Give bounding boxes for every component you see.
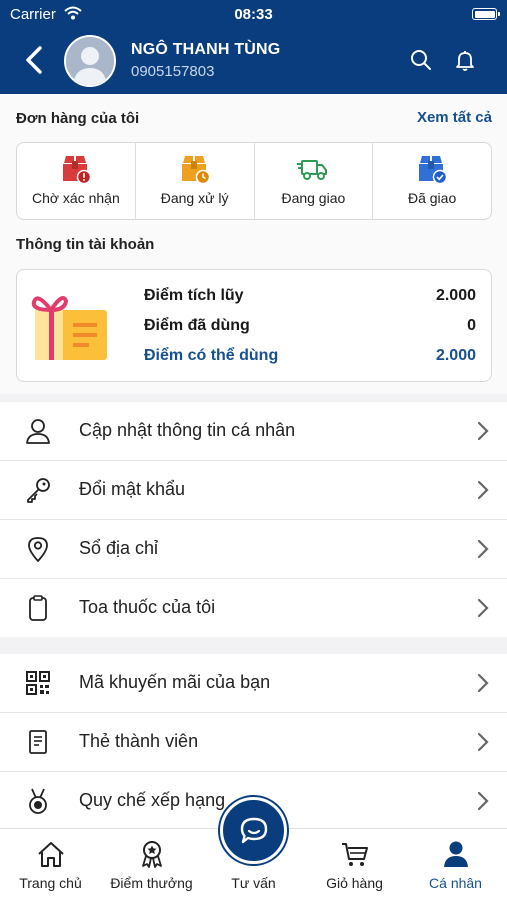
status-bar: Carrier 08:33 [0, 5, 507, 25]
award-ribbon-icon [141, 841, 162, 868]
tab-label: Cá nhân [429, 875, 482, 891]
person-icon [443, 841, 468, 867]
chevron-right-icon [477, 539, 489, 559]
points-used-label: Điểm đã dùng [144, 317, 250, 334]
order-status-delivered[interactable]: Đã giao [373, 143, 491, 219]
menu-item-label: Đổi mật khẩu [79, 479, 186, 499]
menu-item-address-book[interactable]: Sổ địa chỉ [0, 520, 507, 579]
tab-label: Giỏ hàng [326, 875, 383, 891]
chevron-right-icon [477, 732, 489, 752]
gift-card-icon [31, 296, 107, 360]
tab-label: Điểm thưởng [110, 875, 193, 891]
orders-title: Đơn hàng của tôi [16, 110, 140, 127]
search-icon[interactable] [409, 48, 433, 72]
points-used-row: Điểm đã dùng 0 [144, 317, 476, 335]
consult-chat-button[interactable] [220, 797, 287, 864]
avatar-placeholder-icon [66, 37, 114, 85]
points-card: Điểm tích lũy 2.000 Điểm đã dùng 0 Điểm … [16, 269, 492, 382]
menu-item-change-password[interactable]: Đổi mật khẩu [0, 461, 507, 520]
battery-icon [472, 8, 500, 20]
chevron-right-icon [477, 480, 489, 500]
see-all-link[interactable]: Xem tất cả [417, 109, 492, 126]
tab-profile[interactable]: Cá nhân [405, 829, 506, 901]
clipboard-icon [29, 595, 47, 621]
menu-item-label: Mã khuyến mãi của bạn [79, 672, 271, 692]
tab-label: Trang chủ [19, 875, 82, 891]
clock: 08:33 [234, 6, 273, 23]
avatar[interactable] [64, 35, 116, 87]
menu-item-label: Sổ địa chỉ [79, 538, 159, 558]
user-phone: 0905157803 [131, 63, 215, 80]
order-status-processing[interactable]: Đang xử lý [136, 143, 255, 219]
order-status-label: Chờ xác nhận [31, 190, 120, 206]
chevron-right-icon [477, 673, 489, 693]
key-icon [27, 478, 50, 503]
order-status-bar: Chờ xác nhận Đang xử lý Đang giao Đã gia… [16, 142, 492, 220]
tab-home[interactable]: Trang chủ [0, 829, 101, 901]
app-header: Carrier 08:33 NGÔ THANH TÙNG 0905157803 [0, 0, 507, 94]
box-clock-icon [181, 156, 210, 185]
menu-item-update-profile[interactable]: Cập nhật thông tin cá nhân [0, 402, 507, 461]
chevron-right-icon [477, 421, 489, 441]
points-earned-label: Điểm tích lũy [144, 287, 244, 304]
user-icon [26, 419, 50, 444]
tab-label: Tư vấn [231, 875, 276, 891]
menu-item-prescriptions[interactable]: Toa thuốc của tôi [0, 579, 507, 637]
location-pin-icon [28, 537, 48, 562]
order-status-label: Đang xử lý [160, 190, 229, 206]
order-status-shipping[interactable]: Đang giao [255, 143, 374, 219]
back-arrow-icon[interactable] [20, 44, 50, 76]
order-status-label: Đang giao [281, 190, 346, 206]
tab-cart[interactable]: Giỏ hàng [304, 829, 405, 901]
chevron-right-icon [477, 598, 489, 618]
box-check-icon [419, 156, 448, 185]
points-earned-value: 2.000 [435, 287, 476, 304]
bell-icon[interactable] [453, 48, 477, 72]
chevron-right-icon [477, 791, 489, 811]
points-available-label: Điểm có thể dùng [144, 347, 279, 364]
account-menu: Cập nhật thông tin cá nhân Đổi mật khẩu … [0, 402, 507, 637]
medal-icon [29, 788, 47, 814]
home-icon [37, 842, 64, 867]
menu-item-member-card[interactable]: Thẻ thành viên [0, 713, 507, 772]
menu-item-label: Cập nhật thông tin cá nhân [79, 420, 296, 440]
menu-item-label: Quy chế xếp hạng [79, 790, 226, 810]
tab-rewards[interactable]: Điểm thưởng [101, 829, 202, 901]
points-used-value: 0 [467, 317, 476, 334]
chat-bubble-icon [240, 817, 268, 844]
account-title: Thông tin tài khoản [16, 236, 155, 253]
member-card-icon [29, 730, 47, 754]
qr-code-icon [26, 671, 50, 695]
order-status-pending[interactable]: Chờ xác nhận [17, 143, 136, 219]
delivery-truck-icon [297, 160, 328, 180]
points-earned-row: Điểm tích lũy 2.000 [144, 287, 476, 305]
user-name: NGÔ THANH TÙNG [131, 41, 281, 58]
points-available-row: Điểm có thể dùng 2.000 [144, 347, 476, 365]
menu-item-label: Toa thuốc của tôi [79, 597, 216, 617]
menu-item-promo-codes[interactable]: Mã khuyến mãi của bạn [0, 654, 507, 713]
points-available-value: 2.000 [435, 347, 476, 364]
menu-item-label: Thẻ thành viên [79, 731, 199, 751]
cart-icon [341, 843, 368, 866]
box-alert-icon [62, 156, 92, 185]
order-status-label: Đã giao [407, 190, 457, 206]
